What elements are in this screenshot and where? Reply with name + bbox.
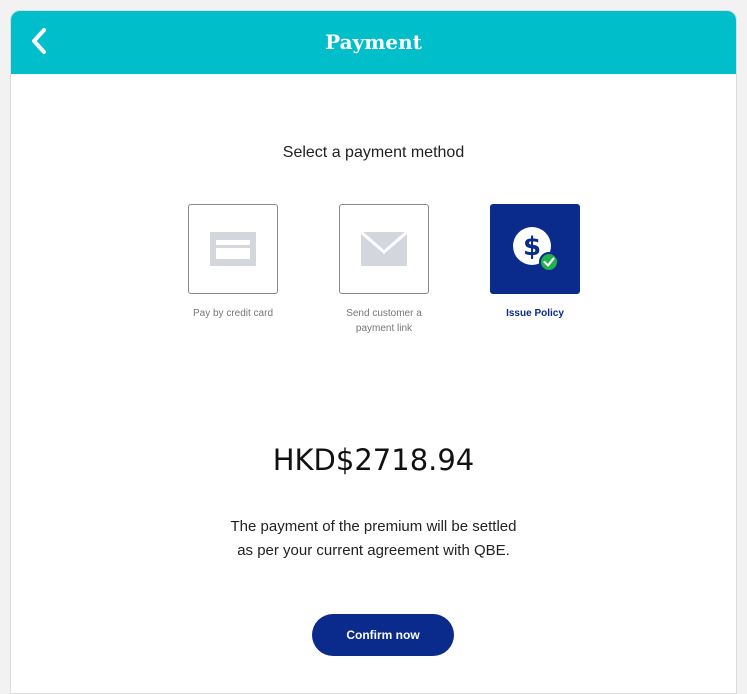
method-payment-link[interactable]: Send customer a payment link: [314, 204, 454, 336]
envelope-icon: [361, 232, 407, 266]
payment-note-line-1: The payment of the premium will be settl…: [230, 518, 517, 535]
payment-note-line-2: as per your current agreement with QBE.: [237, 542, 510, 559]
method-label-issue-policy: Issue Policy: [506, 308, 564, 319]
premium-amount: HKD$2718.94: [272, 443, 475, 477]
confirm-button[interactable]: Confirm now: [312, 614, 454, 656]
header-bar: Payment: [11, 11, 736, 74]
payment-method-heading: Select a payment method: [282, 144, 465, 161]
method-label-payment-link: Send customer a payment link: [346, 308, 422, 334]
dollar-check-icon: $: [513, 227, 559, 272]
method-issue-policy[interactable]: $ Issue Policy: [465, 204, 605, 321]
credit-card-option-box[interactable]: [188, 204, 278, 294]
method-label-credit-card: Pay by credit card: [192, 308, 274, 319]
method-credit-card[interactable]: Pay by credit card: [163, 204, 303, 321]
payment-card: Payment Select a payment method Pay by c…: [10, 10, 737, 694]
page-title: Payment: [325, 30, 422, 54]
issue-policy-option-box[interactable]: $: [490, 204, 580, 294]
payment-link-option-box[interactable]: [339, 204, 429, 294]
svg-text:$: $: [523, 232, 541, 262]
payment-note: The payment of the premium will be settl…: [11, 515, 736, 563]
credit-card-icon: [210, 232, 256, 266]
